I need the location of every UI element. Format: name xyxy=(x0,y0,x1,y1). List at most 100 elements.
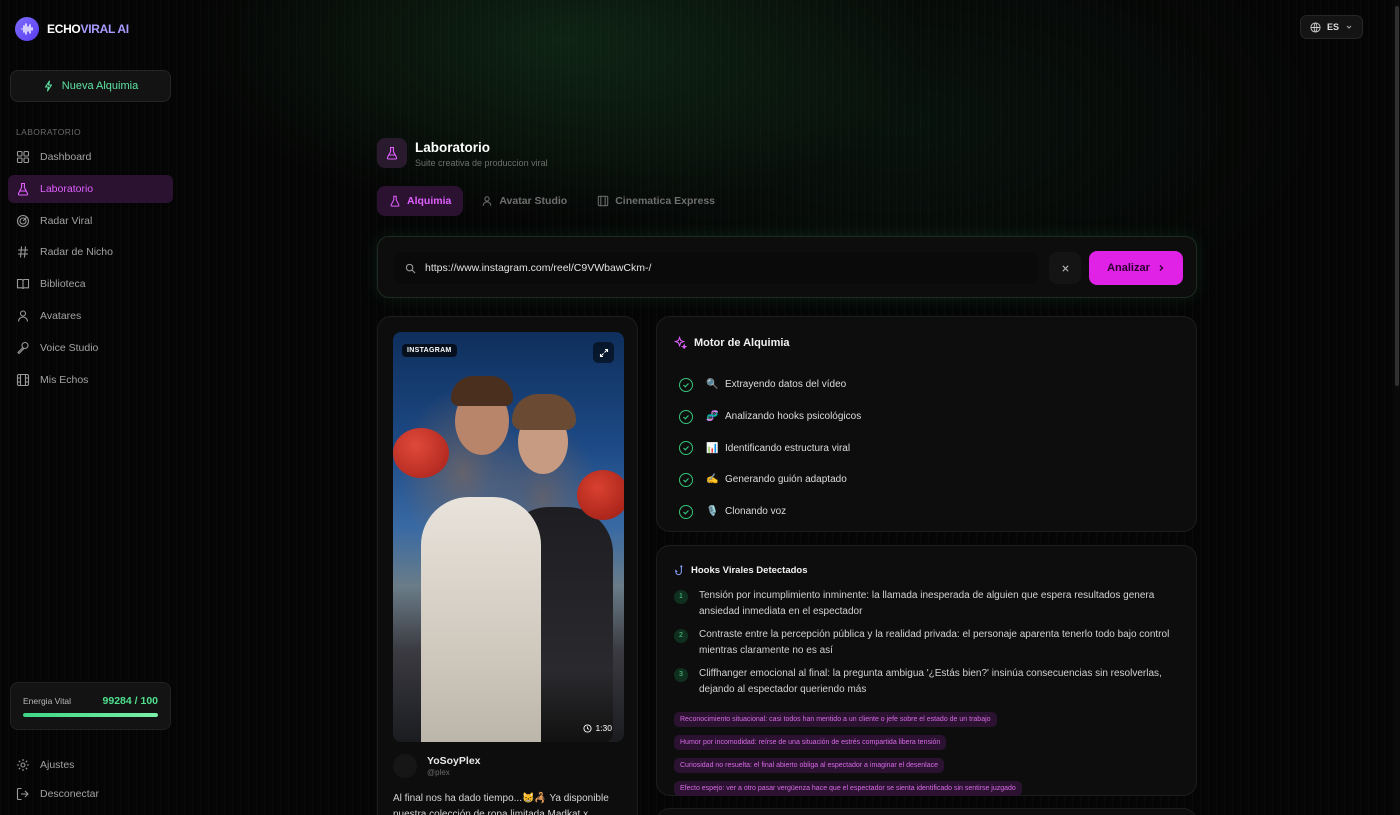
flask-icon xyxy=(386,146,398,160)
page-subtitle: Suite creativa de produccion viral xyxy=(415,158,548,168)
engine-step: 🎙️ Clonando voz xyxy=(679,496,861,528)
section-label: LABORATORIO xyxy=(16,127,82,137)
logout-icon xyxy=(16,787,29,801)
sidebar-item-biblioteca[interactable]: Biblioteca xyxy=(8,270,173,298)
hook-icon xyxy=(675,565,683,576)
sparkles-icon xyxy=(674,336,687,349)
next-result-card xyxy=(656,808,1197,815)
duration-label: 1:30 xyxy=(595,723,612,733)
tab-label: Cinematica Express xyxy=(615,195,716,207)
check-circle-icon xyxy=(679,409,693,424)
film-icon xyxy=(597,195,609,207)
hook-text: Cliffhanger emocional al final: la pregu… xyxy=(699,667,1162,695)
check-circle-icon xyxy=(679,472,693,487)
check-circle-icon xyxy=(679,504,693,519)
gear-icon xyxy=(17,759,29,771)
sidebar-item-radar-viral[interactable]: Radar Viral xyxy=(8,207,173,235)
chart-emoji-icon: 📊 xyxy=(706,442,719,454)
hooks-title: Hooks Virales Detectados xyxy=(691,565,808,576)
microphone-emoji-icon: 🎙️ xyxy=(706,506,719,518)
user-icon xyxy=(482,196,492,206)
tab-label: Avatar Studio xyxy=(499,195,568,207)
sidebar-item-dashboard[interactable]: Dashboard xyxy=(8,143,173,171)
alchemy-engine-card: Motor de Alquimia 🔍 Extrayendo datos del… xyxy=(656,316,1197,532)
url-analyzer: https://www.instagram.com/reel/C9VWbawCk… xyxy=(377,236,1197,298)
sidebar-item-ajustes[interactable]: Ajustes xyxy=(8,751,173,779)
person-hair xyxy=(512,394,576,430)
hook-tag: Efecto espejo: ver a otro pasar vergüenz… xyxy=(674,781,1022,796)
user-icon xyxy=(17,310,29,322)
dna-emoji-icon: 🧬 xyxy=(706,411,719,423)
engine-step: 🔍 Extrayendo datos del vídeo xyxy=(679,369,861,401)
tab-alquimia[interactable]: Alquimia xyxy=(377,186,464,216)
sidebar-item-label: Desconectar xyxy=(40,788,99,800)
analyze-label: Analizar xyxy=(1107,262,1150,274)
person-figure xyxy=(421,497,541,742)
radar-icon xyxy=(16,214,30,227)
brand-logo[interactable]: ECHOVIRAL AI xyxy=(15,17,129,41)
close-icon xyxy=(1061,264,1069,272)
hook-text: Contraste entre la percepción pública y … xyxy=(699,628,1170,656)
video-thumbnail[interactable]: INSTAGRAM 1:30 xyxy=(393,332,624,742)
tab-label: Alquimia xyxy=(407,195,452,207)
energy-meter: Energia Vital 99284 / 100 xyxy=(10,682,171,730)
search-icon xyxy=(405,263,416,273)
clear-button[interactable] xyxy=(1049,252,1081,284)
viral-hooks-card: Hooks Virales Detectados 1 Tensión por i… xyxy=(656,545,1197,796)
hook-number: 3 xyxy=(674,667,688,682)
page-title: Laboratorio xyxy=(415,140,491,155)
sidebar-item-laboratorio[interactable]: Laboratorio xyxy=(8,174,173,203)
mic-icon xyxy=(17,341,29,355)
hook-number: 1 xyxy=(674,590,688,604)
page-icon xyxy=(377,138,407,168)
expand-button[interactable] xyxy=(593,342,614,363)
avatar xyxy=(393,754,417,778)
analyze-button[interactable]: Analizar xyxy=(1089,251,1183,285)
expand-icon xyxy=(599,348,608,357)
list-item: 3 Cliffhanger emocional al final: la pre… xyxy=(674,666,1179,698)
flask-icon xyxy=(17,182,29,196)
sidebar-bottom-nav: Ajustes Desconectar xyxy=(8,751,173,809)
waveform-icon xyxy=(15,17,39,41)
sidebar-nav: Dashboard Laboratorio Radar Viral Radar … xyxy=(8,143,173,397)
hook-tag: Humor por incomodidad: reírse de una sit… xyxy=(674,735,947,750)
engine-steps: 🔍 Extrayendo datos del vídeo 🧬 Analizand… xyxy=(679,369,861,527)
tab-cinematica-express[interactable]: Cinematica Express xyxy=(585,186,727,216)
sidebar-item-label: Ajustes xyxy=(40,759,75,771)
scrollbar-thumb[interactable] xyxy=(1395,6,1399,386)
step-label: Analizando hooks psicológicos xyxy=(725,411,862,423)
boxing-glove xyxy=(393,428,449,478)
engine-step: 📊 Identificando estructura viral xyxy=(679,432,861,464)
hook-tag: Reconocimiento situacional: casi todos h… xyxy=(674,712,997,727)
magnifier-emoji-icon: 🔍 xyxy=(706,379,719,391)
clock-icon xyxy=(583,723,593,733)
step-label: Clonando voz xyxy=(725,506,787,518)
tab-avatar-studio[interactable]: Avatar Studio xyxy=(469,186,579,216)
video-caption: Al final nos ha dado tiempo...😸🦂 Ya disp… xyxy=(393,793,609,815)
sidebar-item-label: Dashboard xyxy=(40,151,92,163)
hooks-list: 1 Tensión por incumplimiento inminente: … xyxy=(674,588,1179,704)
hook-text: Tensión por incumplimiento inminente: la… xyxy=(699,590,1155,617)
new-alchemy-button[interactable]: Nueva Alquimia xyxy=(10,70,171,102)
sidebar-item-label: Avatares xyxy=(40,309,82,322)
video-preview-card: INSTAGRAM 1:30 YoSoyPlex @plex Al final … xyxy=(377,316,638,815)
hook-number: 2 xyxy=(674,628,688,643)
sidebar-item-voice-studio[interactable]: Voice Studio xyxy=(8,334,173,362)
writing-hand-emoji-icon: ✍️ xyxy=(706,474,719,486)
url-input[interactable]: https://www.instagram.com/reel/C9VWbawCk… xyxy=(394,252,1038,284)
sidebar-item-label: Mis Echos xyxy=(40,373,89,386)
tab-bar: Alquimia Avatar Studio Cinematica Expres… xyxy=(377,186,727,216)
bolt-icon xyxy=(44,80,52,92)
sidebar-item-label: Radar Viral xyxy=(40,214,93,227)
sidebar-item-avatares[interactable]: Avatares xyxy=(8,302,173,330)
video-author: YoSoyPlex @plex xyxy=(393,754,481,778)
language-selector[interactable]: ES xyxy=(1300,15,1363,39)
scrollbar[interactable] xyxy=(1394,0,1400,815)
sidebar-item-mis-echos[interactable]: Mis Echos xyxy=(8,366,173,394)
sidebar-item-label: Voice Studio xyxy=(40,341,99,354)
hook-tags: Reconocimiento situacional: casi todos h… xyxy=(674,708,1179,800)
url-input-value: https://www.instagram.com/reel/C9VWbawCk… xyxy=(425,262,652,274)
sidebar-item-desconectar[interactable]: Desconectar xyxy=(8,780,173,808)
step-label: Identificando estructura viral xyxy=(725,442,851,454)
sidebar-item-radar-nicho[interactable]: Radar de Nicho xyxy=(8,238,173,266)
